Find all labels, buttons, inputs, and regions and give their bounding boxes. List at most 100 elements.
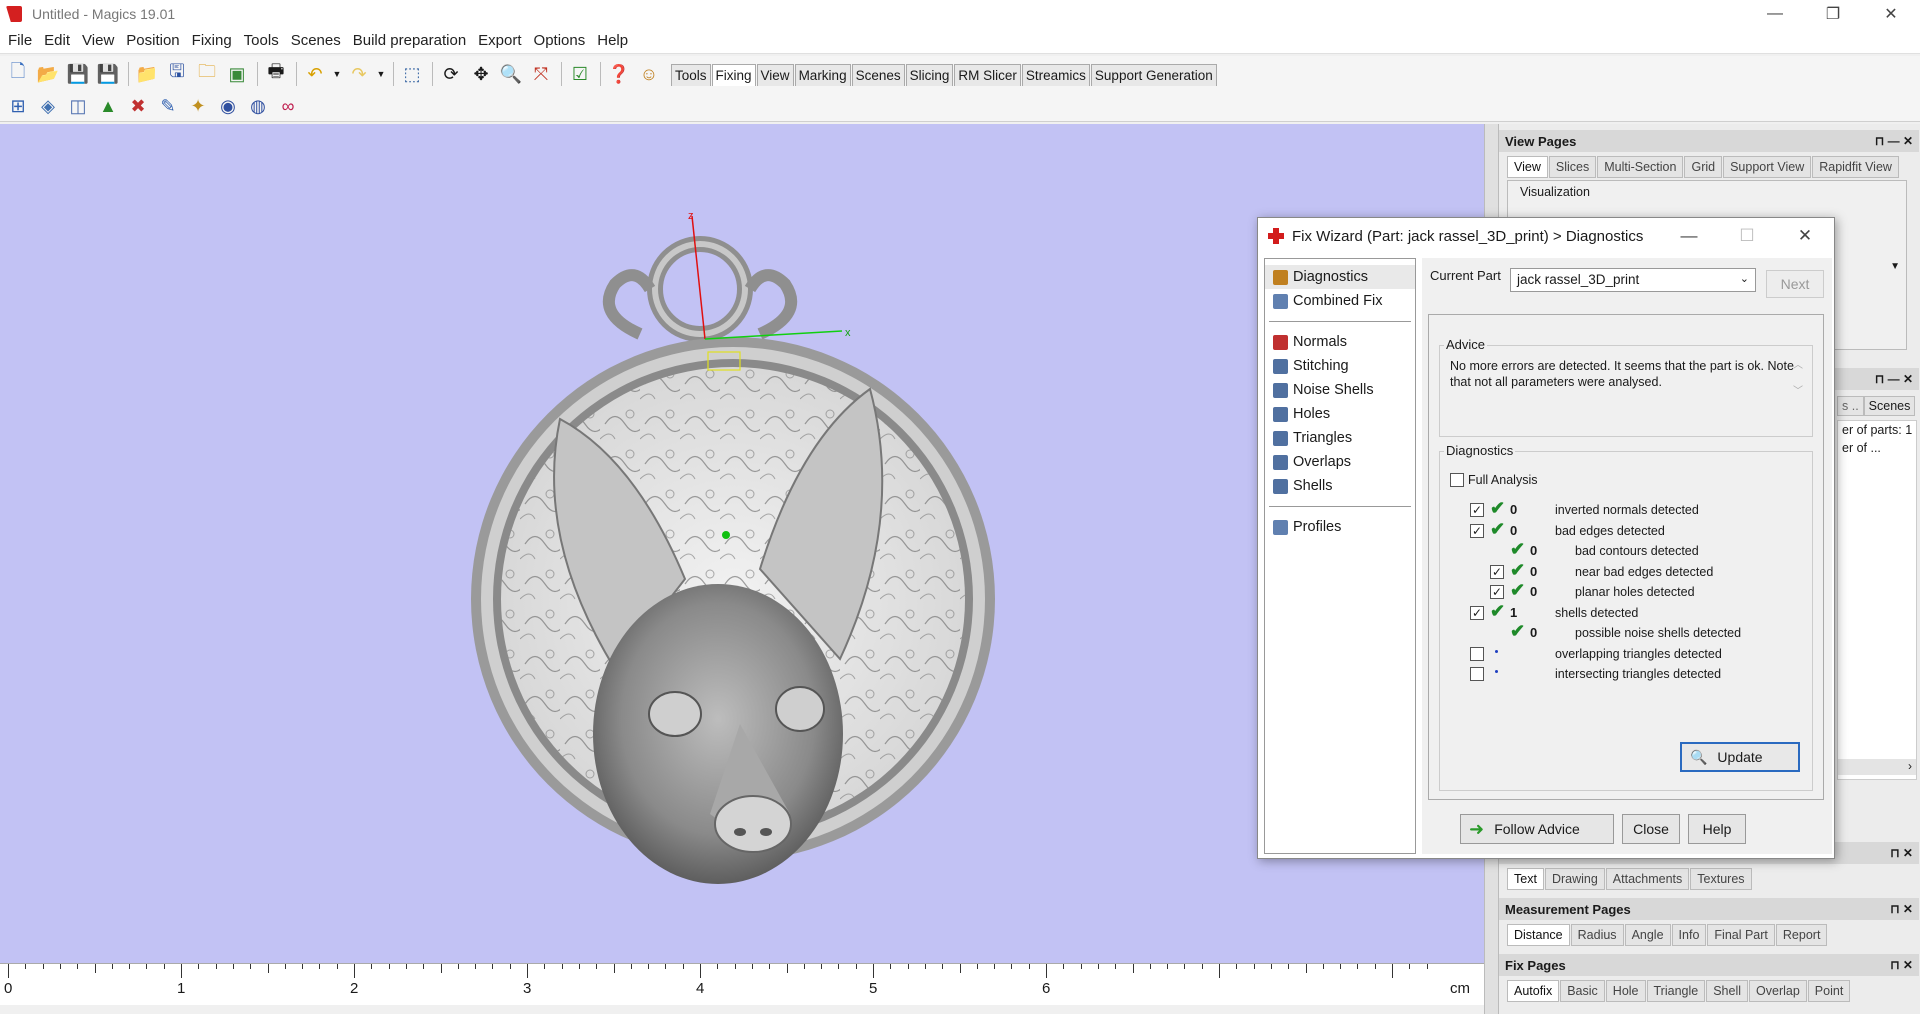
import-part-icon[interactable]: 📁 — [133, 60, 161, 88]
context-help-icon[interactable]: ☺ — [635, 60, 663, 88]
view-tab-slices[interactable]: Slices — [1548, 156, 1597, 178]
nav-item-diagnostics[interactable]: Diagnostics — [1265, 265, 1415, 289]
menu-fixing[interactable]: Fixing — [186, 32, 238, 49]
minimize-button[interactable]: — — [1746, 0, 1804, 28]
dialog-close-button[interactable]: ✕ — [1776, 218, 1834, 254]
diagnostic-checkbox[interactable]: ✓ — [1470, 605, 1484, 620]
save-as-icon[interactable]: 💾 — [94, 60, 122, 88]
fix-tab-point[interactable]: Point — [1807, 980, 1851, 1002]
advice-scrollbar[interactable]: ︿ ﹀ — [1790, 356, 1806, 408]
nav-item-holes[interactable]: Holes — [1265, 402, 1415, 426]
view-tab-multi-section[interactable]: Multi-Section — [1597, 156, 1684, 178]
tab-scenes[interactable]: Scenes — [1863, 396, 1916, 416]
menu-tools[interactable]: Tools — [238, 32, 285, 49]
dialog-maximize-button[interactable]: ☐ — [1718, 218, 1776, 254]
marking-tab-text[interactable]: Text — [1507, 868, 1544, 890]
toolbar-tab-scenes[interactable]: Scenes — [851, 64, 905, 86]
marking-tab-textures[interactable]: Textures — [1690, 868, 1752, 890]
marking-tab-attachments[interactable]: Attachments — [1605, 868, 1690, 890]
nav-item-stitching[interactable]: Stitching — [1265, 354, 1415, 378]
fix-pages-controls[interactable]: ⊓ ✕ — [1890, 958, 1913, 972]
save-part-icon[interactable]: 🖫 — [163, 60, 191, 88]
new-file-icon[interactable]: 🗋 — [4, 60, 32, 88]
fix-wizard-icon[interactable]: ◈ — [34, 93, 62, 121]
visualization-dropdown-icon[interactable]: ▼ — [1890, 261, 1900, 272]
menu-view[interactable]: View — [76, 32, 120, 49]
unload-part-icon[interactable]: ▣ — [223, 60, 251, 88]
view-tab-rapidfit-view[interactable]: Rapidfit View — [1812, 156, 1899, 178]
link-icon[interactable]: ∞ — [274, 93, 302, 121]
diagnostic-checkbox[interactable]: ✓ — [1490, 585, 1504, 599]
menu-edit[interactable]: Edit — [38, 32, 76, 49]
fix-tab-autofix[interactable]: Autofix — [1507, 980, 1560, 1002]
fix-tab-overlap[interactable]: Overlap — [1749, 980, 1807, 1002]
menu-export[interactable]: Export — [472, 32, 527, 49]
redo-dropdown-icon[interactable]: ▼ — [375, 60, 387, 88]
view-tab-support-view[interactable]: Support View — [1723, 156, 1812, 178]
help-icon[interactable]: ❓ — [605, 60, 633, 88]
diagnostic-checkbox[interactable]: ✓ — [1470, 503, 1484, 517]
rotate-icon[interactable]: ⟳ — [437, 60, 465, 88]
nav-item-shells[interactable]: Shells — [1265, 474, 1415, 498]
diagnostic-checkbox[interactable]: ✓ — [1490, 564, 1504, 579]
close-button[interactable]: Close — [1622, 814, 1680, 844]
tab-parts[interactable]: s .. — [1837, 396, 1864, 416]
toolbar-tab-slicing[interactable]: Slicing — [905, 64, 954, 86]
menu-build-preparation[interactable]: Build preparation — [347, 32, 472, 49]
toolbar-tab-streamics[interactable]: Streamics — [1021, 64, 1090, 86]
toolbar-tab-fixing[interactable]: Fixing — [711, 64, 756, 86]
fix-tab-basic[interactable]: Basic — [1560, 980, 1605, 1002]
dialog-title-bar[interactable]: Fix Wizard (Part: jack rassel_3D_print) … — [1258, 218, 1834, 254]
shell-globe-icon[interactable]: ◉ — [214, 93, 242, 121]
remove-triangles-icon[interactable]: ✖ — [124, 93, 152, 121]
close-window-button[interactable]: ✕ — [1862, 0, 1920, 28]
menu-scenes[interactable]: Scenes — [285, 32, 347, 49]
maximize-button[interactable]: ❐ — [1804, 0, 1862, 28]
menu-options[interactable]: Options — [528, 32, 592, 49]
save-icon[interactable]: 💾 — [64, 60, 92, 88]
part-list-controls[interactable]: ⊓ — ✕ — [1875, 372, 1913, 386]
dialog-minimize-button[interactable]: — — [1660, 218, 1718, 254]
redo-icon[interactable]: ↷ — [345, 60, 373, 88]
undo-dropdown-icon[interactable]: ▼ — [331, 60, 343, 88]
add-part-icon[interactable]: ⊞ — [4, 93, 32, 121]
select-part-icon[interactable]: ⬚ — [398, 60, 426, 88]
fix-tab-hole[interactable]: Hole — [1605, 980, 1646, 1002]
triangle-icon[interactable]: ▲ — [94, 93, 122, 121]
diagnostic-checkbox[interactable]: ✓ — [1470, 523, 1484, 538]
marking-tab-drawing[interactable]: Drawing — [1544, 868, 1605, 890]
view-tab-grid[interactable]: Grid — [1684, 156, 1723, 178]
edit-triangles-icon[interactable]: ✎ — [154, 93, 182, 121]
nav-item-triangles[interactable]: Triangles — [1265, 426, 1415, 450]
measurement-tab-report[interactable]: Report — [1775, 924, 1828, 946]
current-part-select[interactable]: jack rassel_3D_print ⌄ — [1510, 268, 1756, 292]
view-tab-view[interactable]: View — [1507, 156, 1548, 178]
next-button[interactable]: Next — [1766, 270, 1824, 298]
marking-pages-controls[interactable]: ⊓ ✕ — [1890, 846, 1913, 860]
wand-icon[interactable]: ✦ — [184, 93, 212, 121]
measurement-tab-distance[interactable]: Distance — [1507, 924, 1570, 946]
zoom-icon[interactable]: 🔍 — [497, 60, 525, 88]
nav-item-noise-shells[interactable]: Noise Shells — [1265, 378, 1415, 402]
toolbar-tab-marking[interactable]: Marking — [794, 64, 851, 86]
zoom-reset-icon[interactable]: ⤧ — [527, 60, 555, 88]
menu-help[interactable]: Help — [591, 32, 634, 49]
fix-tab-shell[interactable]: Shell — [1706, 980, 1749, 1002]
nav-item-combined-fix[interactable]: Combined Fix — [1265, 289, 1415, 313]
toolbar-tab-view[interactable]: View — [756, 64, 794, 86]
view-pages-controls[interactable]: ⊓ — ✕ — [1875, 134, 1913, 148]
measurement-tab-angle[interactable]: Angle — [1624, 924, 1671, 946]
toolbar-tab-tools[interactable]: Tools — [671, 64, 711, 86]
diagnostic-checkbox[interactable] — [1470, 667, 1484, 681]
open-folder-icon[interactable]: 📂 — [34, 60, 62, 88]
checklist-icon[interactable]: ☑ — [566, 60, 594, 88]
menu-position[interactable]: Position — [120, 32, 185, 49]
update-button[interactable]: 🔍 Update — [1680, 742, 1800, 772]
help-button[interactable]: Help — [1688, 814, 1746, 844]
nav-item-profiles[interactable]: Profiles — [1265, 515, 1415, 539]
measurement-pages-controls[interactable]: ⊓ ✕ — [1890, 902, 1913, 916]
pan-icon[interactable]: ✥ — [467, 60, 495, 88]
sphere-icon[interactable]: ◍ — [244, 93, 272, 121]
load-project-icon[interactable]: 🗀 — [193, 60, 221, 88]
nav-item-overlaps[interactable]: Overlaps — [1265, 450, 1415, 474]
